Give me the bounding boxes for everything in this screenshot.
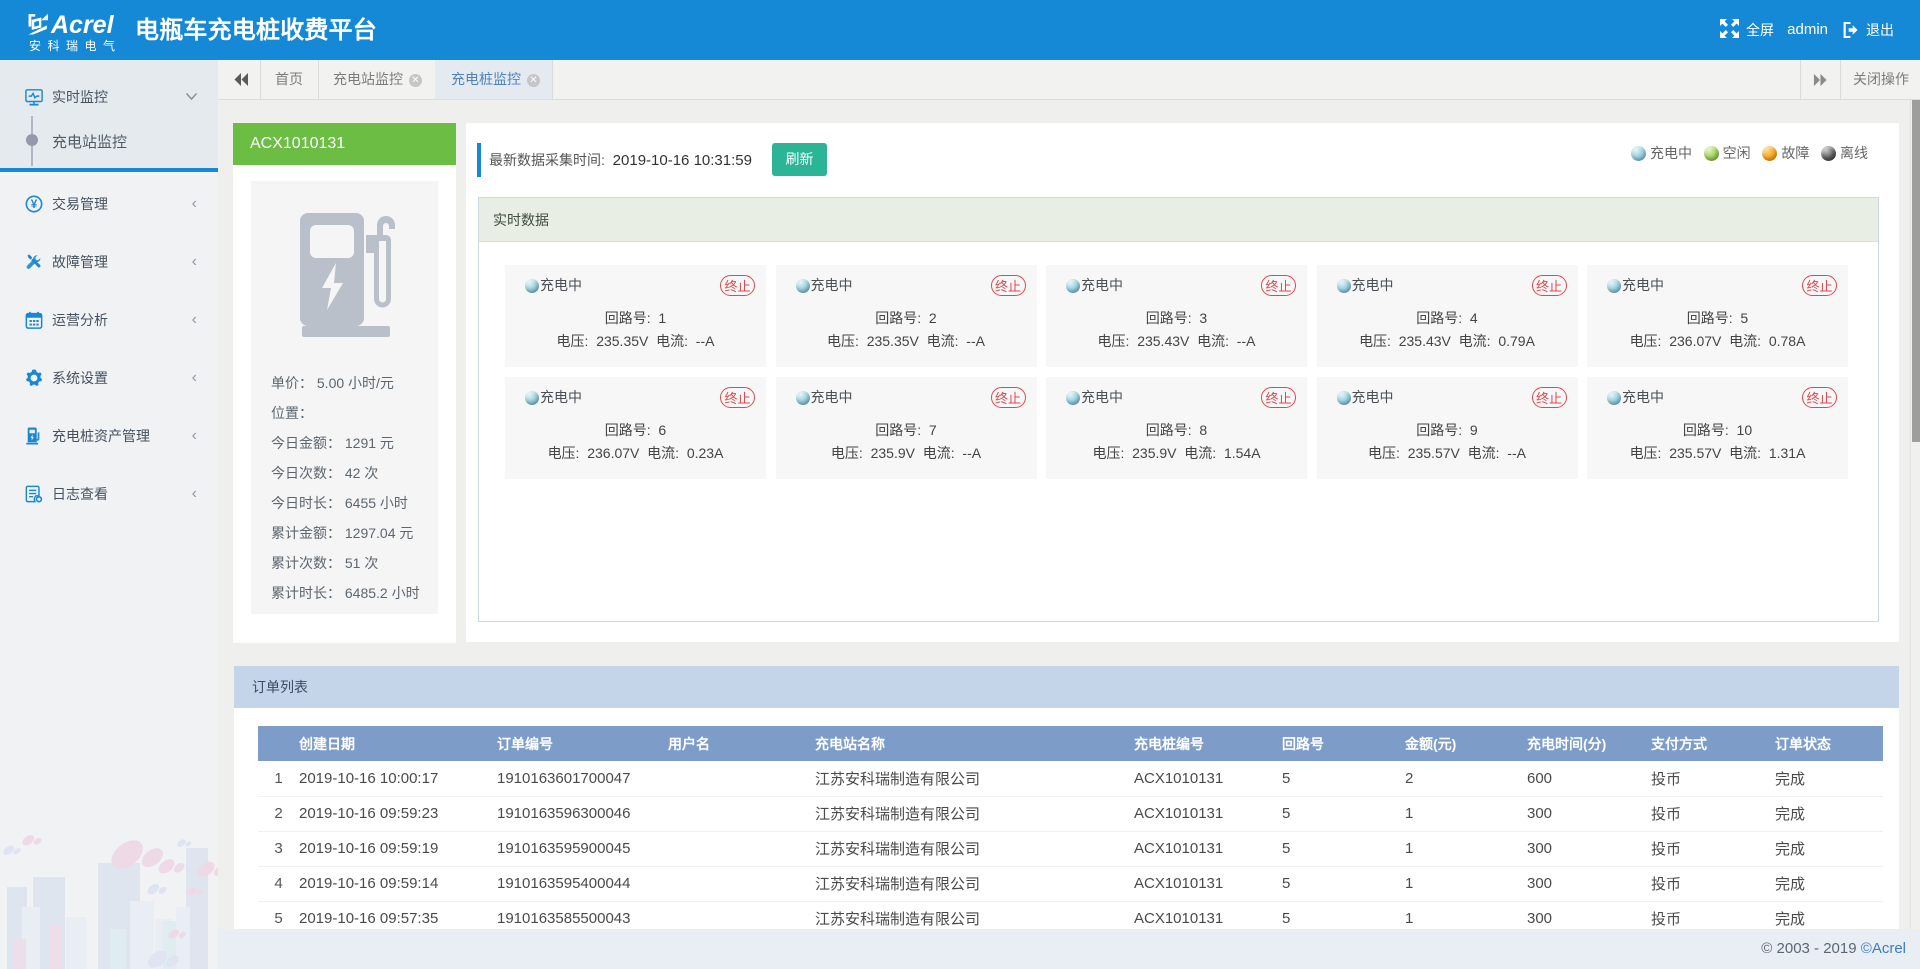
svg-text:¥: ¥ — [31, 198, 38, 211]
